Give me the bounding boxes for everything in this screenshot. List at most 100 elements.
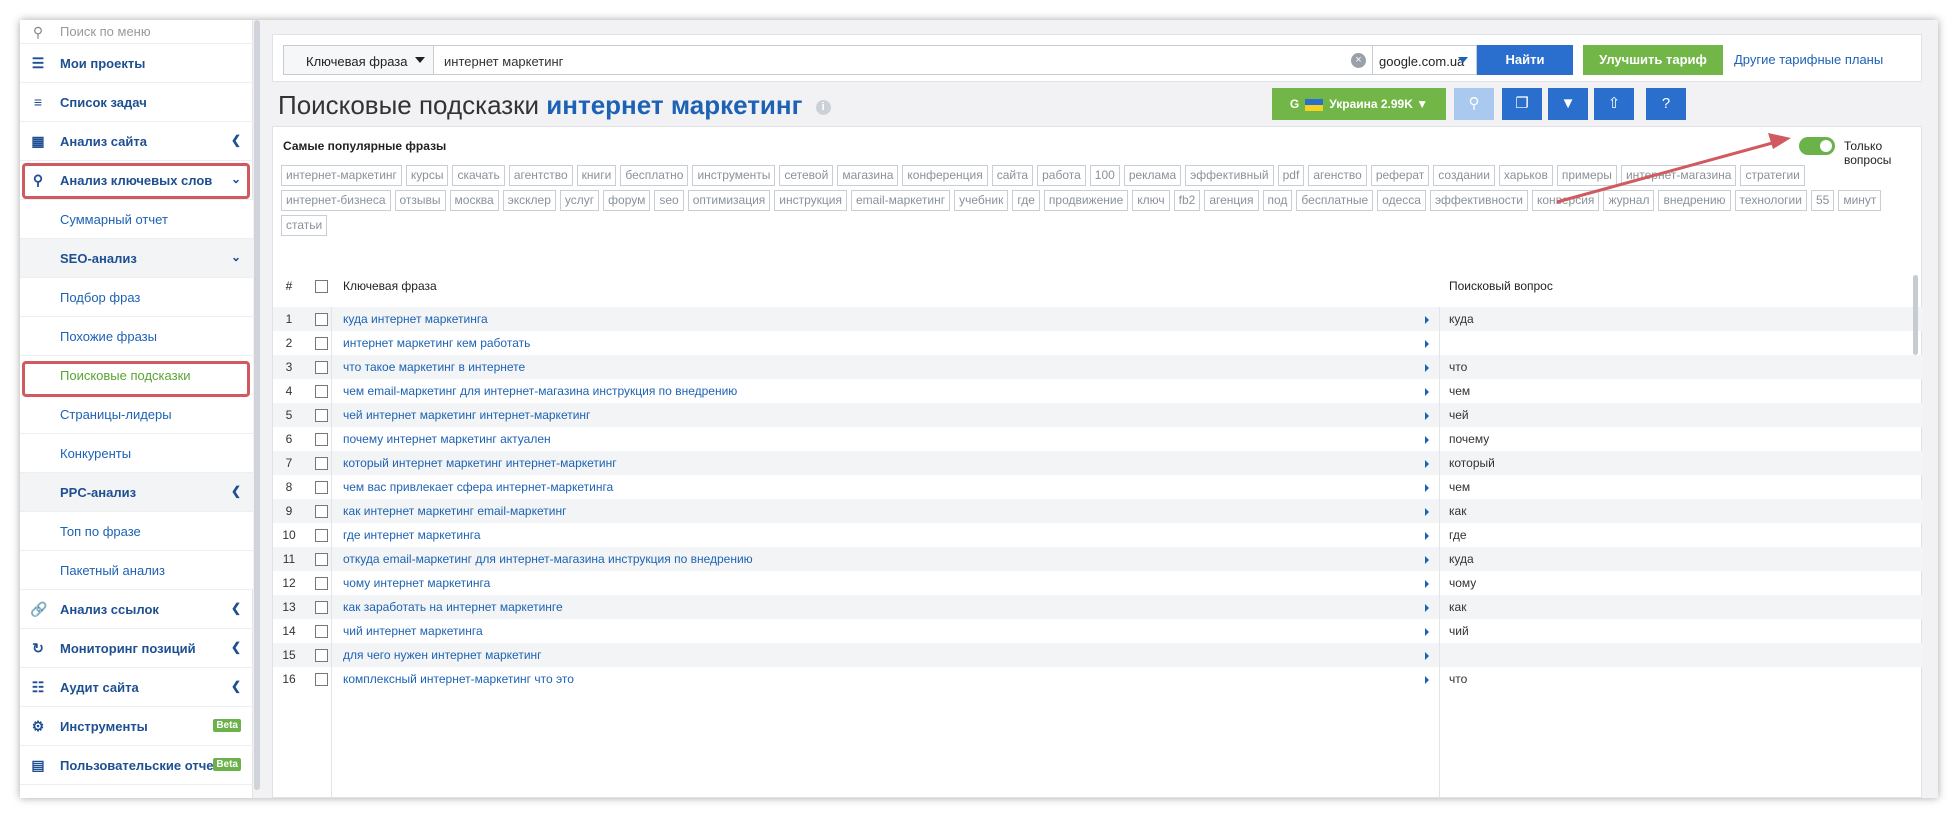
sidebar-item-tools[interactable]: ⚙ Инструменты Beta [20,707,253,746]
row-checkbox[interactable] [315,649,328,662]
expand-arrow-icon[interactable] [1425,364,1429,372]
row-keyword-link[interactable]: почему интернет маркетинг актуален [343,427,551,451]
sidebar-item-reports[interactable]: ▤ Пользовательские отчеты Beta [20,746,253,785]
expand-arrow-icon[interactable] [1425,388,1429,396]
popular-tag[interactable]: стратегии [1740,165,1805,186]
expand-arrow-icon[interactable] [1425,604,1429,612]
popular-tag[interactable]: эффективности [1429,190,1528,211]
row-checkbox[interactable] [315,361,328,374]
popular-tag[interactable]: продвижение [1043,190,1129,211]
info-icon[interactable]: i [815,99,831,115]
row-checkbox[interactable] [315,553,328,566]
sidebar-item-projects[interactable]: ☰ Мои проекты [20,44,253,83]
row-keyword-link[interactable]: чому интернет маркетинга [343,571,490,595]
sidebar-item-tasks[interactable]: ≡ Список задач [20,83,253,122]
find-button[interactable]: Найти [1477,45,1573,75]
row-checkbox[interactable] [315,385,328,398]
popular-tag[interactable]: услуг [559,190,600,211]
select-all-checkbox[interactable] [315,280,328,293]
popular-tag[interactable]: скачать [452,165,505,186]
popular-tag[interactable]: эффективный [1185,165,1274,186]
popular-tag[interactable]: создании [1433,165,1495,186]
expand-arrow-icon[interactable] [1425,532,1429,540]
row-checkbox[interactable] [315,409,328,422]
sidebar-scrollbar[interactable] [254,20,260,790]
row-keyword-link[interactable]: как интернет маркетинг email-маркетинг [343,499,566,523]
popular-tag[interactable]: инструменты [692,165,776,186]
row-checkbox[interactable] [315,505,328,518]
popular-tag[interactable]: 55 [1810,190,1835,211]
row-checkbox[interactable] [315,601,328,614]
help-icon[interactable]: ? [1646,88,1686,120]
popular-tag[interactable]: fb2 [1173,190,1201,211]
popular-tag[interactable]: интернет-бизнеса [281,190,391,211]
popular-tag[interactable]: агентство [508,165,573,186]
popular-tag[interactable]: email-маркетинг [850,190,951,211]
row-checkbox[interactable] [315,577,328,590]
expand-arrow-icon[interactable] [1425,556,1429,564]
expand-arrow-icon[interactable] [1425,580,1429,588]
expand-arrow-icon[interactable] [1425,340,1429,348]
sidebar-item-links[interactable]: 🔗 Анализ ссылок ❮ [20,590,253,629]
row-checkbox[interactable] [315,337,328,350]
row-checkbox[interactable] [315,625,328,638]
popular-tag[interactable]: примеры [1556,165,1617,186]
popular-tag[interactable]: технологии [1734,190,1807,211]
popular-tag[interactable]: статьи [281,215,328,236]
sidebar-item-top-phrase[interactable]: Топ по фразе [20,512,253,551]
export-icon[interactable]: ⇧ [1594,88,1634,120]
popular-tag[interactable]: сетевой [779,165,834,186]
sidebar-item-audit[interactable]: ☷ Аудит сайта ❮ [20,668,253,707]
sidebar-item-monitoring[interactable]: ↻ Мониторинг позиций ❮ [20,629,253,668]
popular-tag[interactable]: реферат [1370,165,1430,186]
popular-tag[interactable]: учебник [954,190,1009,211]
popular-tag[interactable]: инструкция [774,190,847,211]
expand-arrow-icon[interactable] [1425,652,1429,660]
region-select[interactable]: G Украина 2.99K ▼ [1272,88,1446,120]
row-keyword-link[interactable]: чем email-маркетинг для интернет-магазин… [343,379,737,403]
search-mode-select[interactable]: Ключевая фраза [283,45,434,75]
popular-tag[interactable]: где [1012,190,1040,211]
key-icon[interactable]: ⚲ [1454,88,1494,120]
row-keyword-link[interactable]: который интернет маркетинг интернет-марк… [343,451,617,475]
row-keyword-link[interactable]: интернет маркетинг кем работать [343,331,530,355]
popular-tag[interactable]: журнал [1603,190,1655,211]
row-keyword-link[interactable]: чей интернет маркетинг интернет-маркетин… [343,403,590,427]
row-keyword-link[interactable]: комплексный интернет-маркетинг что это [343,667,574,691]
expand-arrow-icon[interactable] [1425,436,1429,444]
expand-arrow-icon[interactable] [1425,508,1429,516]
popular-tag[interactable]: ключ [1132,190,1170,211]
popular-tag[interactable]: сайта [991,165,1034,186]
questions-only-toggle[interactable] [1799,137,1835,155]
row-checkbox[interactable] [315,529,328,542]
popular-tag[interactable]: 100 [1089,165,1120,186]
popular-tag[interactable]: под [1262,190,1293,211]
sidebar-item-summary[interactable]: Суммарный отчет [20,200,253,239]
popular-tag[interactable]: курсы [405,165,449,186]
popular-tag[interactable]: харьков [1498,165,1553,186]
sidebar-item-similar[interactable]: Похожие фразы [20,317,253,356]
popular-tag[interactable]: реклама [1123,165,1182,186]
row-keyword-link[interactable]: откуда email-маркетинг для интернет-мага… [343,547,753,571]
popular-tag[interactable]: отзывы [394,190,446,211]
expand-arrow-icon[interactable] [1425,460,1429,468]
query-input[interactable]: интернет маркетинг × [433,45,1373,75]
expand-arrow-icon[interactable] [1425,484,1429,492]
sidebar-item-batch[interactable]: Пакетный анализ [20,551,253,590]
sidebar-item-leaders[interactable]: Страницы-лидеры [20,395,253,434]
popular-tag[interactable]: магазина [837,165,899,186]
row-checkbox[interactable] [315,481,328,494]
popular-tag[interactable]: интернет-магазина [1620,165,1737,186]
popular-tag[interactable]: бесплатно [620,165,689,186]
popular-tag[interactable]: минут [1838,190,1882,211]
row-keyword-link[interactable]: как заработать на интернет маркетинге [343,595,563,619]
expand-arrow-icon[interactable] [1425,628,1429,636]
row-checkbox[interactable] [315,313,328,326]
upgrade-button[interactable]: Улучшить тариф [1583,45,1723,75]
row-keyword-link[interactable]: чем вас привлекает сфера интернет-маркет… [343,475,613,499]
row-keyword-link[interactable]: для чего нужен интернет маркетинг [343,643,542,667]
sidebar-item-site-analysis[interactable]: ▦ Анализ сайта ❮ [20,122,253,161]
popular-tag[interactable]: книги [576,165,617,186]
popular-tag[interactable]: pdf [1277,165,1305,186]
copy-icon[interactable]: ❐ [1502,88,1542,120]
